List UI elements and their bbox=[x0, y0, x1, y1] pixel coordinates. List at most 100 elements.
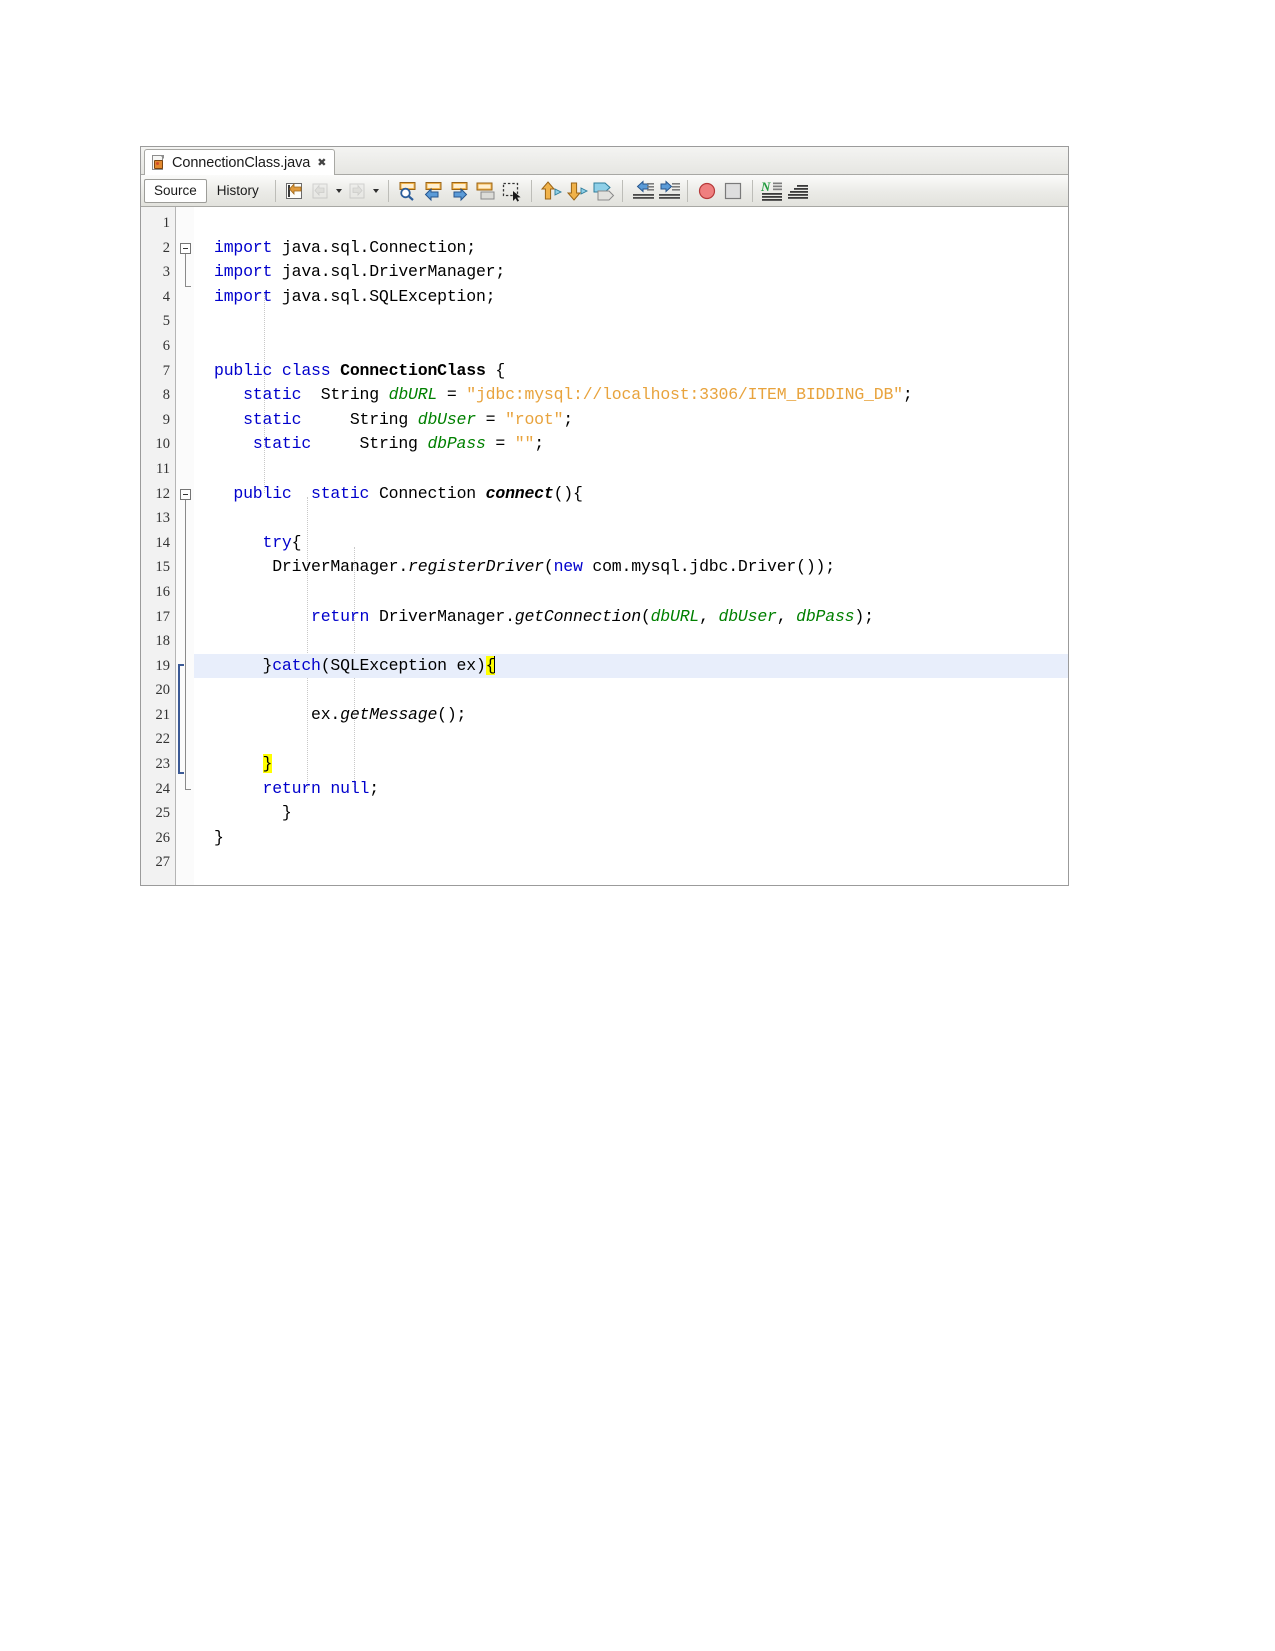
code-line[interactable] bbox=[194, 727, 1068, 752]
stop-square-icon bbox=[724, 182, 741, 199]
code-line[interactable]: static String dbUser = "root"; bbox=[194, 408, 1068, 433]
svg-text:N: N bbox=[760, 180, 771, 194]
code-line[interactable]: public class ConnectionClass { bbox=[194, 359, 1068, 384]
code-line[interactable]: import java.sql.Connection; bbox=[194, 236, 1068, 261]
tab-source[interactable]: Source bbox=[144, 178, 207, 203]
code-line[interactable]: } bbox=[194, 826, 1068, 851]
editor-toolbar: Source History N bbox=[141, 175, 1068, 207]
bookmark-tag-icon bbox=[593, 182, 615, 200]
next-bookmark-button[interactable] bbox=[564, 178, 590, 204]
code-line[interactable] bbox=[194, 334, 1068, 359]
toolbar-separator bbox=[387, 179, 389, 202]
stop-button[interactable] bbox=[720, 178, 746, 204]
find-next-button[interactable] bbox=[447, 178, 473, 204]
editor-tab-strip: ConnectionClass.java ✖ bbox=[141, 147, 1068, 175]
navigate-forward-icon bbox=[349, 183, 365, 198]
toggle-breakpoint-button[interactable] bbox=[694, 178, 720, 204]
code-line[interactable] bbox=[194, 506, 1068, 531]
editor-tab-connectionclass[interactable]: ConnectionClass.java ✖ bbox=[144, 149, 336, 175]
last-edit-button[interactable] bbox=[282, 178, 308, 204]
line-number-gutter: 1 2 3 4 5 6 7 8 9 10 11 12 13 14 15 16 1… bbox=[141, 207, 176, 885]
navigate-back-icon bbox=[312, 183, 328, 198]
fold-toggle-imports[interactable] bbox=[180, 243, 191, 254]
line-number: 23 bbox=[155, 756, 171, 773]
code-line-current[interactable]: }catch(SQLException ex){ bbox=[194, 653, 1068, 679]
line-number: 7 bbox=[162, 362, 170, 379]
previous-bookmark-button[interactable] bbox=[538, 178, 564, 204]
code-line[interactable] bbox=[194, 850, 1068, 875]
catch-block-marker bbox=[178, 664, 184, 774]
toolbar-separator bbox=[274, 179, 276, 202]
line-number: 22 bbox=[155, 731, 171, 748]
shift-line-right-icon bbox=[658, 179, 680, 199]
tab-source-label: Source bbox=[154, 183, 197, 198]
code-line[interactable]: } bbox=[194, 752, 1068, 777]
toggle-line-wrap-button[interactable] bbox=[785, 178, 811, 204]
navigate-forward-button[interactable] bbox=[345, 178, 371, 204]
find-selection-button[interactable] bbox=[395, 178, 421, 204]
code-line[interactable] bbox=[194, 580, 1068, 605]
toggle-highlight-icon bbox=[476, 182, 495, 199]
fold-toggle-method[interactable] bbox=[180, 489, 191, 500]
code-line[interactable]: return DriverManager.getConnection(dbURL… bbox=[194, 605, 1068, 630]
shift-left-button[interactable] bbox=[629, 178, 655, 204]
editor-window: ConnectionClass.java ✖ Source History N … bbox=[140, 146, 1069, 886]
line-number: 16 bbox=[155, 583, 171, 600]
code-text-area[interactable]: import java.sql.Connection; import java.… bbox=[194, 207, 1068, 885]
line-number: 26 bbox=[155, 829, 171, 846]
line-number: 11 bbox=[156, 460, 170, 477]
code-line[interactable]: import java.sql.SQLException; bbox=[194, 285, 1068, 310]
code-line[interactable]: return null; bbox=[194, 777, 1068, 802]
code-line[interactable] bbox=[194, 309, 1068, 334]
tab-history[interactable]: History bbox=[207, 179, 269, 203]
code-line[interactable]: } bbox=[194, 801, 1068, 826]
code-editor-area[interactable]: 1 2 3 4 5 6 7 8 9 10 11 12 13 14 15 16 1… bbox=[141, 207, 1068, 885]
code-line[interactable]: public static Connection connect(){ bbox=[194, 482, 1068, 507]
toggle-rectangular-selection-button[interactable] bbox=[499, 178, 525, 204]
navigate-forward-dropdown[interactable] bbox=[371, 178, 382, 204]
shift-right-button[interactable] bbox=[655, 178, 681, 204]
fold-end-imports bbox=[185, 286, 191, 287]
line-number: 17 bbox=[155, 608, 171, 625]
code-line[interactable] bbox=[194, 629, 1068, 654]
code-line[interactable] bbox=[194, 211, 1068, 236]
code-line[interactable]: static String dbPass = ""; bbox=[194, 432, 1068, 457]
find-magnifier-icon bbox=[399, 181, 416, 201]
code-line[interactable]: static String dbURL = "jdbc:mysql://loca… bbox=[194, 383, 1068, 408]
line-number: 1 bbox=[162, 215, 170, 231]
code-line[interactable]: import java.sql.DriverManager; bbox=[194, 260, 1068, 285]
toggle-bookmark-button[interactable] bbox=[590, 178, 616, 204]
toggle-non-printable-button[interactable]: N bbox=[759, 178, 785, 204]
line-number: 18 bbox=[155, 633, 171, 650]
toggle-highlight-button[interactable] bbox=[473, 178, 499, 204]
find-previous-button[interactable] bbox=[421, 178, 447, 204]
line-number: 15 bbox=[155, 559, 171, 576]
line-number: 6 bbox=[162, 337, 170, 354]
tab-history-label: History bbox=[216, 183, 259, 198]
line-number: 3 bbox=[162, 264, 170, 281]
line-number: 13 bbox=[155, 510, 171, 527]
navigate-back-dropdown[interactable] bbox=[334, 178, 345, 204]
code-line[interactable] bbox=[194, 457, 1068, 482]
last-edit-icon bbox=[285, 182, 302, 199]
fold-line-imports bbox=[185, 254, 186, 286]
find-previous-icon bbox=[424, 181, 442, 201]
code-line[interactable]: DriverManager.registerDriver(new com.mys… bbox=[194, 555, 1068, 580]
line-number: 8 bbox=[162, 387, 170, 404]
toolbar-separator bbox=[686, 179, 688, 202]
rectangular-selection-icon bbox=[502, 182, 521, 202]
code-line[interactable]: try{ bbox=[194, 531, 1068, 556]
toolbar-separator bbox=[621, 179, 623, 202]
navigate-back-button[interactable] bbox=[308, 178, 334, 204]
java-file-icon bbox=[151, 154, 166, 171]
shift-line-left-icon bbox=[632, 179, 654, 199]
line-number: 25 bbox=[155, 805, 171, 822]
code-line[interactable] bbox=[194, 678, 1068, 703]
line-number: 19 bbox=[155, 657, 171, 674]
code-folding-gutter[interactable] bbox=[176, 207, 194, 885]
arrow-down-tag-icon bbox=[566, 182, 588, 201]
code-line[interactable]: ex.getMessage(); bbox=[194, 703, 1068, 728]
arrow-up-tag-icon bbox=[540, 180, 562, 199]
chevron-down-icon bbox=[373, 188, 380, 193]
close-icon[interactable]: ✖ bbox=[316, 157, 327, 168]
